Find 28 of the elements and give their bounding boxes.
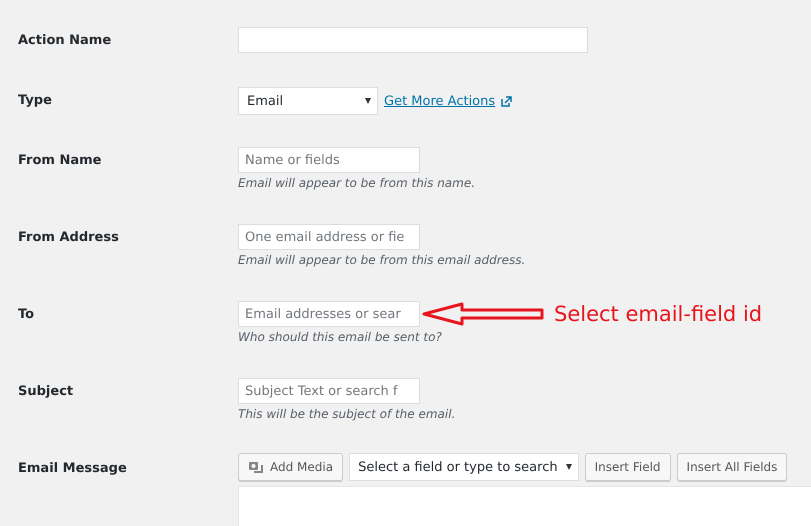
get-more-actions-link[interactable]: Get More Actions — [384, 94, 496, 108]
insert-button[interactable]: Insert Field — [584, 453, 671, 481]
field-description: Email will appear to be from this name. — [238, 176, 476, 190]
add-media-button[interactable]: Add Media — [238, 453, 344, 481]
text-field[interactable]: Subject Text or search f — [238, 378, 420, 404]
field-label: Action Name — [17, 32, 112, 50]
field-description: Who should this email be sent to? — [238, 330, 443, 344]
text-field[interactable]: Email addresses or sear — [238, 301, 420, 327]
field-label: Subject — [17, 383, 74, 401]
text-field[interactable]: Name or fields — [238, 147, 420, 173]
caret-icon — [566, 464, 572, 470]
text-field[interactable] — [238, 27, 588, 53]
field-label: Email Message — [17, 460, 128, 478]
field-search-dropdown[interactable]: Select a field or type to search — [349, 453, 579, 481]
field-label: To — [17, 306, 36, 324]
field-description: Email will appear to be from this email address. — [238, 253, 526, 267]
arrow-icon — [422, 302, 544, 326]
field-label: From Address — [17, 229, 120, 247]
type-dropdown[interactable]: Email — [238, 87, 378, 115]
field-label: Type — [17, 92, 53, 110]
field-description: This will be the subject of the email. — [238, 407, 456, 421]
external-link-icon — [501, 96, 512, 106]
text-field[interactable]: One email address or fie — [238, 224, 420, 250]
media-icon — [248, 459, 264, 475]
field-label: From Name — [17, 152, 102, 170]
insert-button[interactable]: Insert All Fields — [676, 453, 788, 481]
annotation-text: Select email-field id — [554, 302, 762, 326]
caret-icon — [365, 98, 371, 104]
